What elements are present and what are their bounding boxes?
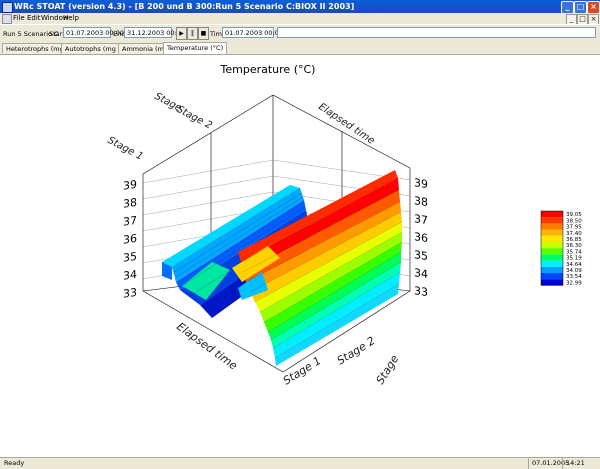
- start-field[interactable]: 01.07.2003 00:00: [63, 27, 124, 38]
- axis-label-front-stage-2: Stage 2: [335, 334, 378, 367]
- menu-bar: File Edit Window Help _ □ ×: [0, 13, 600, 25]
- legend-swatch: [541, 229, 563, 236]
- color-legend: 39.0538.5037.9537.4036.8536.3035.7435.19…: [540, 210, 582, 286]
- legend-value: 37.95: [566, 225, 582, 231]
- axis-label-front-stage: Stage: [374, 353, 402, 387]
- stop-button[interactable]: ■: [198, 27, 209, 40]
- play-button[interactable]: ▶: [176, 27, 187, 40]
- z-tick-left: 38: [123, 196, 137, 211]
- z-tick-right: 39: [414, 176, 428, 191]
- progress-field: [277, 27, 596, 38]
- tab-bar: Heterotrophs (mg COD/l) Autotrophs (mg C…: [0, 42, 600, 55]
- legend-swatch: [541, 260, 563, 267]
- legend-value: 37.40: [566, 231, 582, 237]
- legend-value: 38.50: [566, 218, 582, 224]
- chart-title: Temperature (°C): [220, 63, 316, 76]
- time-field[interactable]: 01.07.2003 00:00: [222, 27, 283, 38]
- tab-temperature[interactable]: Temperature (°C): [163, 42, 228, 54]
- z-tick-left: 33: [123, 286, 137, 301]
- title-bar: WRc STOAT (version 4.3) - [B 200 und B 3…: [0, 0, 600, 14]
- legend-value: 32.99: [566, 280, 582, 286]
- legend-value: 34.64: [566, 262, 582, 268]
- app-icon[interactable]: [2, 2, 13, 13]
- legend-swatch: [541, 235, 563, 242]
- legend-value: 36.30: [566, 243, 582, 249]
- legend-swatch: [541, 242, 563, 249]
- legend-swatch: [541, 223, 563, 230]
- status-bar: Ready 07.01.2005 14:21: [0, 457, 600, 469]
- status-date: 07.01.2005: [528, 458, 569, 469]
- back-axis-labels: Stage 1 Stage 2 Stage Elapsed time: [106, 91, 377, 163]
- menu-file[interactable]: File: [13, 13, 25, 24]
- legend-value: 39.05: [566, 212, 582, 218]
- z-axis-left: 39 38 37 36 35 34 33: [123, 178, 137, 301]
- z-tick-right: 33: [414, 284, 428, 299]
- axis-label-back-stage-1: Stage 1: [106, 135, 145, 163]
- legend-value: 35.19: [566, 256, 582, 262]
- z-tick-left: 34: [123, 268, 137, 283]
- document-icon[interactable]: [2, 14, 12, 24]
- z-tick-left: 36: [123, 232, 137, 247]
- z-axis-right: 39 38 37 36 35 34 33: [414, 176, 428, 299]
- status-time: 14:21: [562, 458, 600, 469]
- legend-value: 35.74: [566, 249, 582, 255]
- window-title: WRc STOAT (version 4.3) - [B 200 und B 3…: [14, 2, 355, 11]
- legend-value: 33.54: [566, 274, 582, 280]
- legend-swatch: [541, 266, 563, 273]
- z-tick-right: 35: [414, 248, 428, 263]
- legend-swatch: [541, 217, 563, 224]
- menu-help[interactable]: Help: [63, 13, 79, 24]
- z-tick-right: 37: [414, 212, 428, 227]
- toolbar: Run 5 Scenario C Start 01.07.2003 00:00 …: [0, 24, 600, 44]
- surface-chart: Temperature (°C) 39 38 37 36 35 34 33 39…: [106, 63, 583, 388]
- axis-label-back-stage: Stage: [153, 91, 184, 114]
- z-tick-left: 35: [123, 250, 137, 265]
- chart-area: Temperature (°C) 39 38 37 36 35 34 33 39…: [0, 55, 600, 457]
- legend-swatch: [541, 279, 563, 286]
- legend-swatch: [541, 211, 563, 218]
- menu-edit[interactable]: Edit: [27, 13, 41, 24]
- status-text: Ready: [4, 459, 25, 467]
- end-field[interactable]: 31.12.2003 00:00: [124, 27, 185, 38]
- legend-swatch: [541, 273, 563, 280]
- z-tick-right: 38: [414, 194, 428, 209]
- legend-value: 36.85: [566, 237, 582, 243]
- z-tick-right: 34: [414, 266, 428, 281]
- pause-button[interactable]: ‖: [187, 27, 198, 40]
- z-tick-left: 37: [123, 214, 137, 229]
- legend-swatch: [541, 254, 563, 261]
- legend-swatch: [541, 248, 563, 255]
- legend-value: 34.09: [566, 268, 582, 274]
- axis-label-back-elapsed: Elapsed time: [316, 101, 376, 147]
- z-tick-right: 36: [414, 230, 428, 245]
- z-tick-left: 39: [123, 178, 137, 193]
- surface-stage-2: [232, 170, 403, 366]
